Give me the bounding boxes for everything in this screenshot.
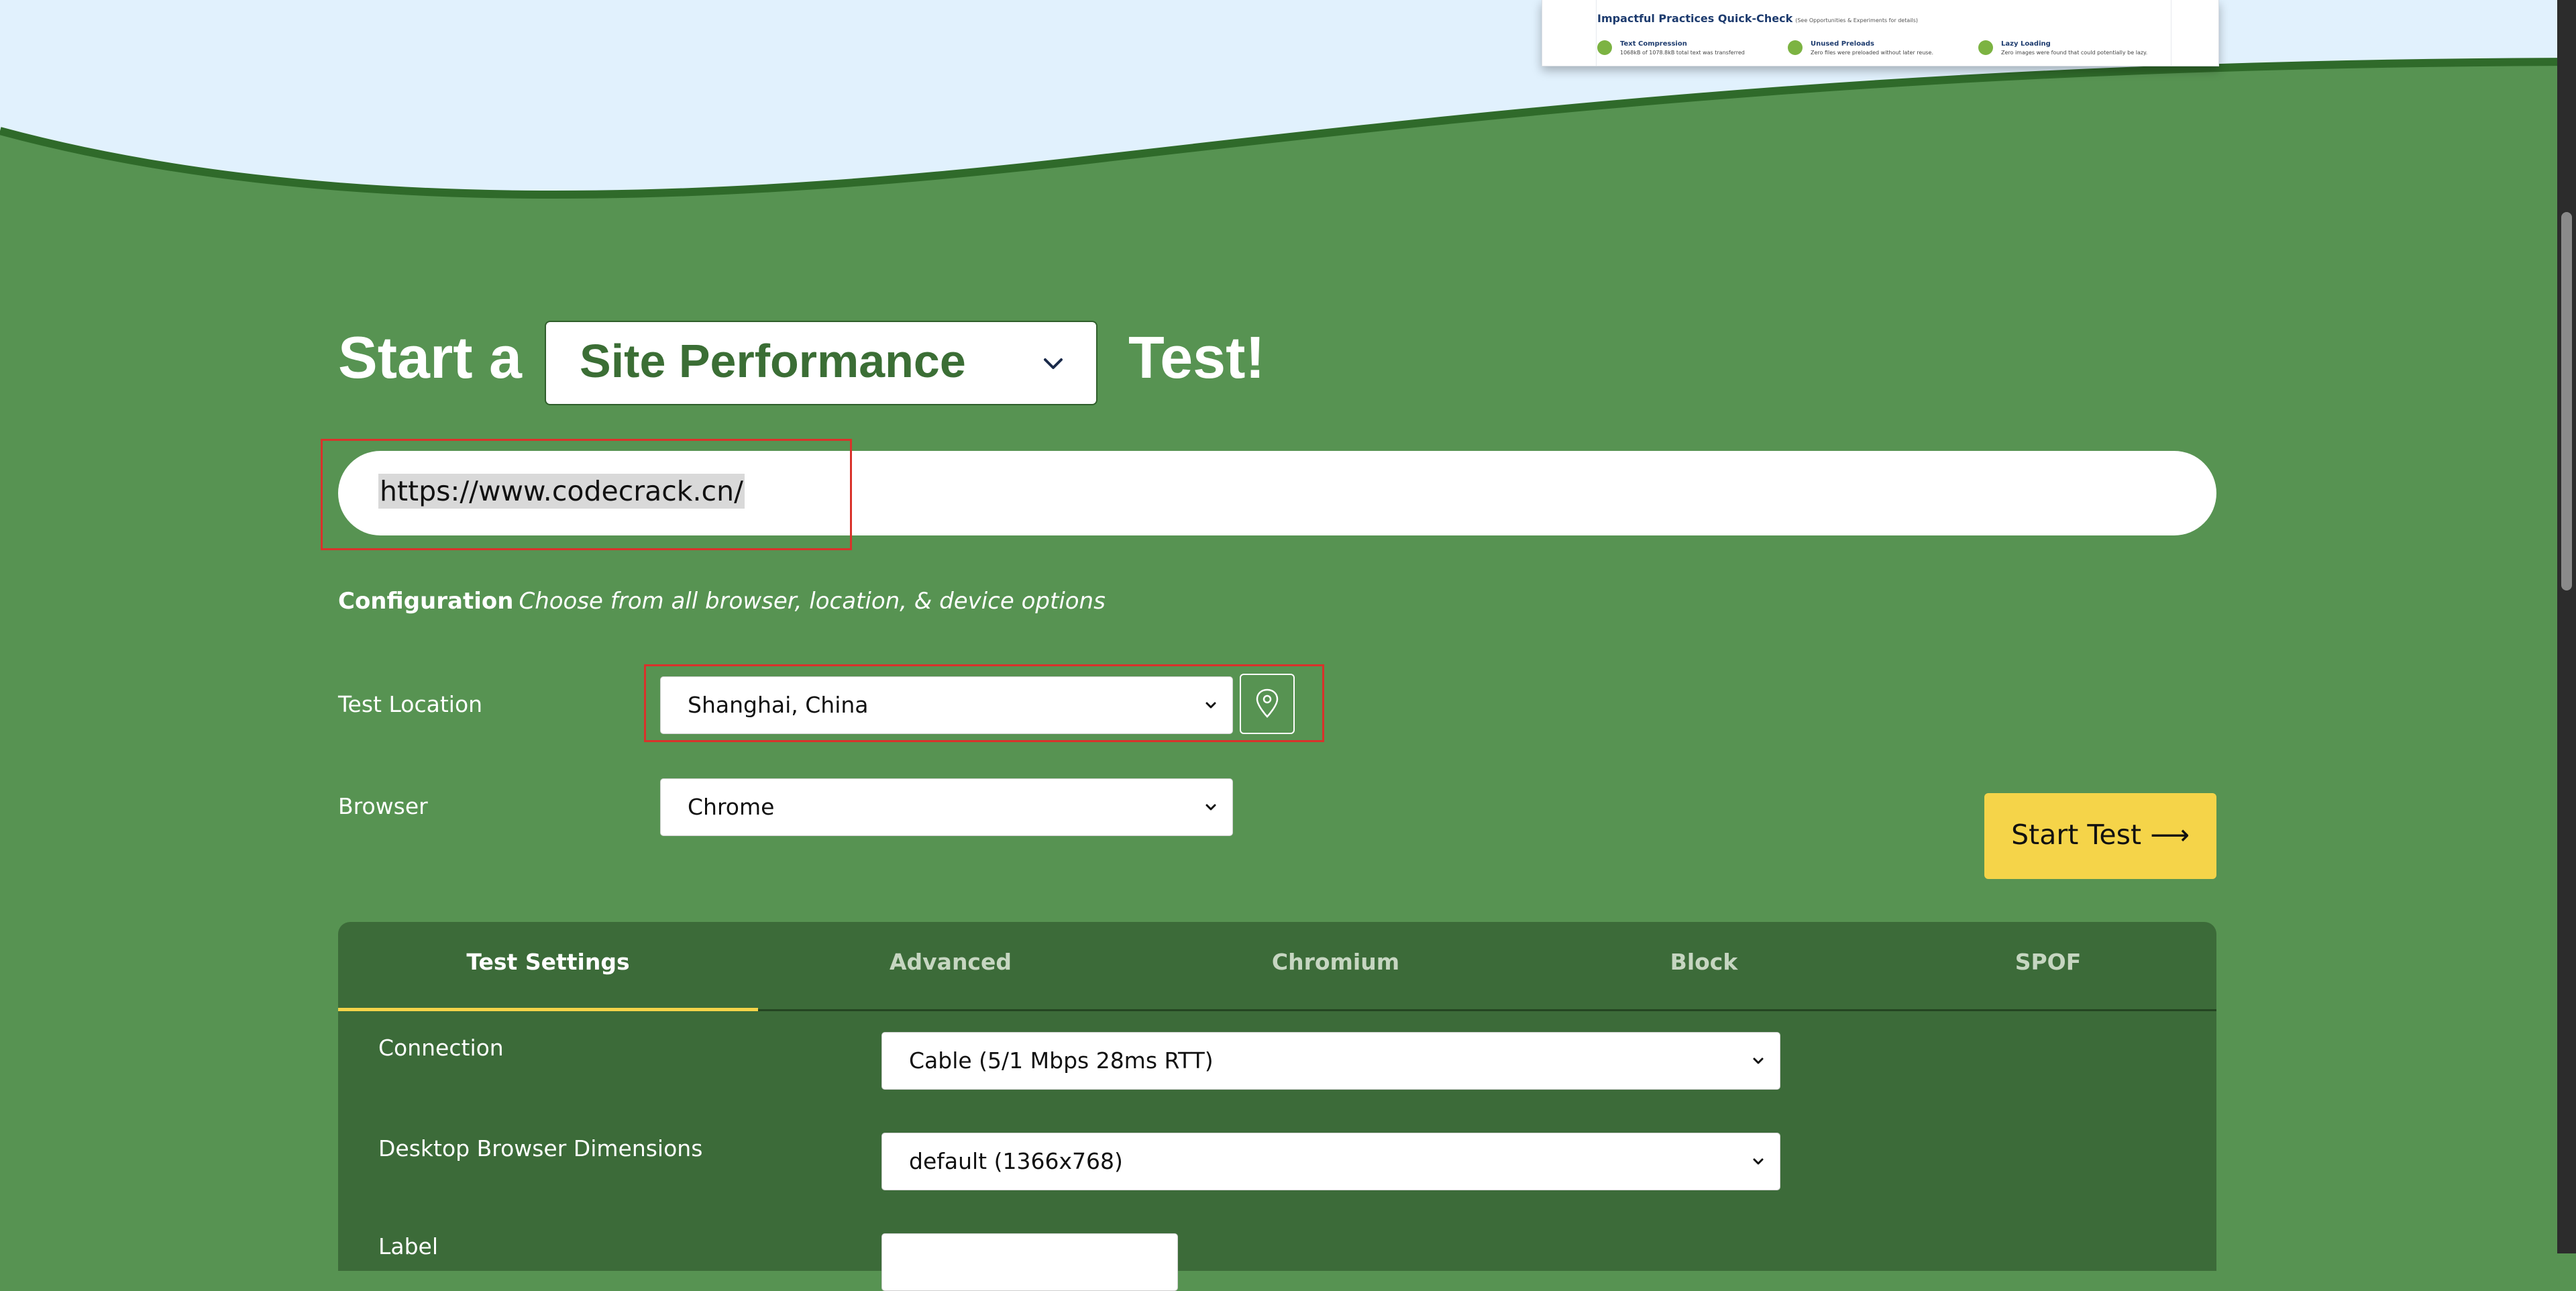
check-icon: [1597, 40, 1612, 55]
preview-title-text: Impactful Practices Quick-Check: [1597, 12, 1793, 25]
configuration-description: Choose from all browser, location, & dev…: [519, 588, 1106, 615]
configuration-line: Configuration Choose from all browser, lo…: [338, 588, 1106, 615]
preview-title: Impactful Practices Quick-Check (See Oppo…: [1597, 12, 1918, 25]
tab-advanced[interactable]: Advanced: [758, 922, 1143, 1009]
preview-item-heading: Text Compression: [1620, 40, 1687, 48]
settings-tabs: Test Settings Advanced Chromium Block SP…: [338, 922, 2216, 1011]
tab-label: Test Settings: [466, 949, 630, 975]
preview-item-text: Zero images were found that could potent…: [2001, 50, 2148, 56]
url-highlight-box: [321, 439, 852, 550]
tab-label: Advanced: [890, 949, 1012, 975]
start-suffix: Test!: [1128, 324, 1265, 391]
start-prefix: Start a: [338, 324, 522, 391]
test-settings-panel: Test Settings Advanced Chromium Block SP…: [338, 922, 2216, 1291]
connection-select[interactable]: Cable (5/1 Mbps 28ms RTT): [881, 1032, 1780, 1090]
dimensions-select[interactable]: default (1366x768): [881, 1133, 1780, 1190]
scrollbar-thumb[interactable]: [2561, 212, 2572, 590]
tab-label: Block: [1670, 949, 1738, 975]
dimensions-value: default (1366x768): [909, 1148, 1123, 1174]
tab-block[interactable]: Block: [1528, 922, 1880, 1009]
start-test-button[interactable]: Start Test ⟶: [1984, 793, 2216, 879]
browser-select[interactable]: Chrome: [660, 778, 1233, 836]
connection-value: Cable (5/1 Mbps 28ms RTT): [909, 1047, 1214, 1074]
label-input[interactable]: [881, 1233, 1178, 1291]
start-test-label: Start Test ⟶: [2011, 819, 2190, 851]
configuration-label: Configuration: [338, 588, 514, 615]
browser-value: Chrome: [688, 794, 775, 820]
preview-subtitle: (See Opportunities & Experiments for det…: [1795, 17, 1918, 23]
dimensions-label: Desktop Browser Dimensions: [378, 1135, 703, 1161]
tab-chromium[interactable]: Chromium: [1143, 922, 1528, 1009]
chevron-down-icon: [1044, 358, 1063, 369]
location-highlight-box: [644, 664, 1324, 742]
browser-label: Browser: [338, 793, 428, 819]
label-field-label: Label: [378, 1233, 439, 1259]
test-location-label: Test Location: [338, 691, 483, 717]
preview-item-text: Zero files were preloaded without later …: [1811, 50, 1934, 56]
preview-item-text: 1068kB of 1078.8kB total text was transf…: [1620, 50, 1745, 56]
tab-label: Chromium: [1271, 949, 1400, 975]
check-icon: [1788, 40, 1803, 55]
preview-item-heading: Lazy Loading: [2001, 40, 2051, 48]
tab-spof[interactable]: SPOF: [1880, 922, 2216, 1009]
scrollbar-track[interactable]: [2557, 0, 2576, 1253]
report-preview-frame: [1596, 0, 2171, 66]
tab-label: SPOF: [2015, 949, 2082, 975]
test-type-value: Site Performance: [580, 335, 966, 387]
chevron-down-icon: [1753, 1057, 1764, 1064]
report-preview-card: Impactful Practices Quick-Check (See Oppo…: [1542, 0, 2219, 66]
tab-test-settings[interactable]: Test Settings: [338, 922, 758, 1011]
test-type-select[interactable]: Site Performance: [545, 321, 1097, 405]
check-icon: [1978, 40, 1993, 55]
chevron-down-icon: [1205, 804, 1216, 811]
chevron-down-icon: [1753, 1158, 1764, 1165]
preview-item-heading: Unused Preloads: [1811, 40, 1874, 48]
connection-label: Connection: [378, 1035, 504, 1061]
